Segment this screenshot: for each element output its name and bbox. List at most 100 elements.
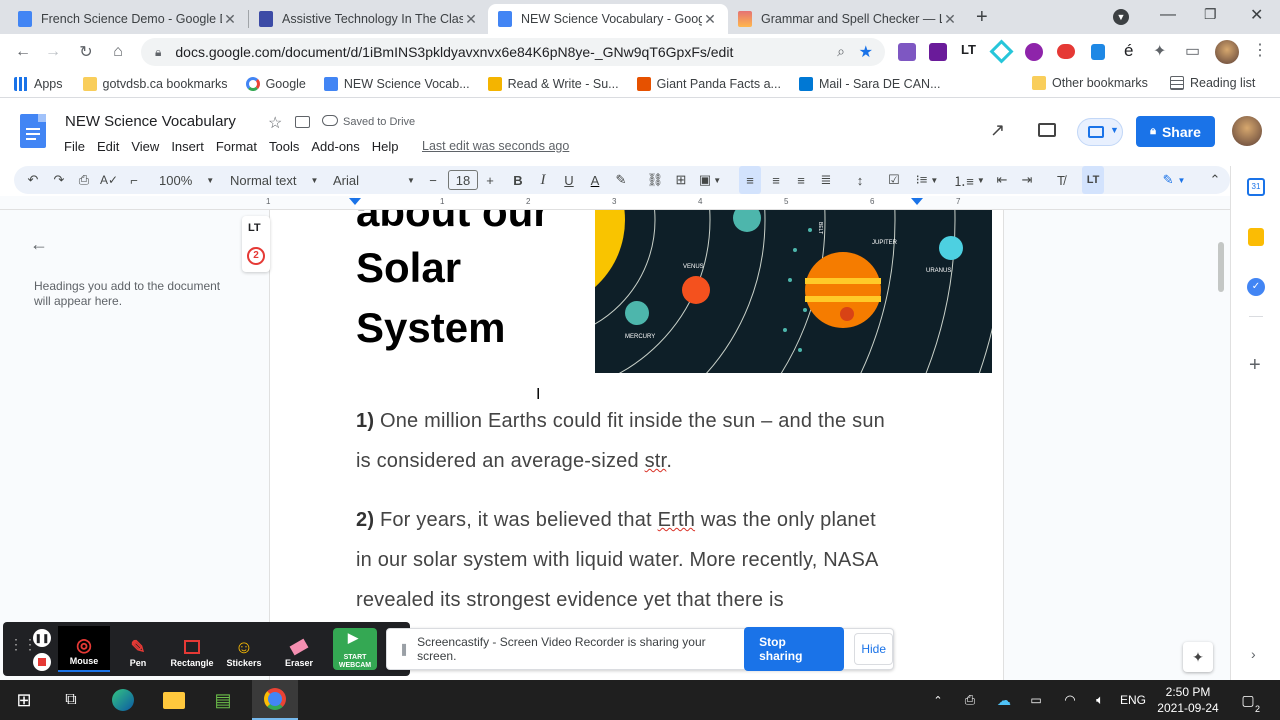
bookmark-science-vocab[interactable]: NEW Science Vocab... (323, 76, 470, 91)
input-language[interactable]: ENG (1118, 680, 1148, 720)
tool-stickers[interactable]: ☺ Stickers (218, 626, 270, 672)
extension-diamond-icon[interactable] (989, 39, 1014, 64)
zoom-select[interactable]: 100% ▼ (159, 166, 214, 194)
solar-system-image[interactable]: VENUS MERCURY JUPITER URANUS BELT (595, 210, 992, 373)
link-icon[interactable]: ⛓ (645, 166, 665, 194)
onedrive-icon[interactable]: ☁ (992, 680, 1016, 720)
forward-icon[interactable]: → (42, 41, 64, 63)
tool-pen[interactable]: ✎ Pen (112, 626, 164, 672)
horizontal-ruler[interactable]: 1 1 2 3 4 5 6 7 (0, 196, 1230, 210)
close-icon[interactable]: ✕ (942, 11, 958, 28)
paragraph-style-select[interactable]: Normal text ▼ (230, 166, 320, 194)
windows-start-icon[interactable]: ⊞ (8, 680, 40, 720)
decrease-indent-icon[interactable]: ⇤ (991, 166, 1013, 194)
tool-mouse[interactable]: ◎ Mouse (58, 626, 110, 672)
tab-assistive-tech[interactable]: Assistive Technology In The Clas ✕ (249, 4, 489, 34)
languagetool-toggle-icon[interactable]: LT (1082, 166, 1104, 194)
menu-help[interactable]: Help (372, 139, 399, 154)
document-title[interactable]: NEW Science Vocabulary (65, 113, 236, 130)
tab-french-science[interactable]: French Science Demo - Google D ✕ (8, 4, 248, 34)
close-icon[interactable]: ✕ (463, 11, 479, 28)
menu-edit[interactable]: Edit (97, 139, 119, 154)
increase-indent-icon[interactable]: ⇥ (1016, 166, 1038, 194)
system-clock[interactable]: 2:50 PM 2021-09-24 (1152, 684, 1224, 716)
screencastify-icon[interactable] (1057, 44, 1075, 59)
vertical-scrollbar[interactable] (1218, 242, 1224, 292)
menu-view[interactable]: View (131, 139, 159, 154)
document-page[interactable]: about our Solar System VENUS MERCURY JUP… (269, 210, 1004, 680)
paint-format-icon[interactable]: ⌐ (123, 166, 145, 194)
paragraph-1[interactable]: 1) One million Earths could fit inside t… (356, 401, 976, 481)
bookmark-gotvdsb[interactable]: gotvdsb.ca bookmarks (82, 76, 228, 91)
editing-mode-icon[interactable]: ✎ ▼ (1156, 166, 1192, 194)
stop-sharing-button[interactable]: Stop sharing (744, 627, 845, 671)
accent-e-icon[interactable]: é (1124, 41, 1133, 61)
bookmark-giant-panda[interactable]: Giant Panda Facts a... (636, 76, 781, 91)
increase-font-size-icon[interactable]: + (481, 166, 499, 194)
volume-icon[interactable]: 🔈︎ (1088, 680, 1112, 720)
reading-list[interactable]: Reading list (1170, 76, 1255, 90)
undo-icon[interactable]: ↶ (22, 166, 44, 194)
align-center-icon[interactable]: ≡ (765, 166, 787, 194)
task-view-icon[interactable]: ⧉ (55, 680, 87, 720)
cast-icon[interactable]: ▭ (1185, 41, 1200, 61)
italic-icon[interactable]: I (533, 166, 553, 194)
bookmark-read-write[interactable]: Read & Write - Su... (487, 76, 619, 91)
hide-button[interactable]: Hide (854, 633, 893, 665)
line-spacing-icon[interactable]: ↕ (849, 166, 871, 194)
bold-icon[interactable]: B (508, 166, 528, 194)
store-app-icon[interactable]: ▤ (207, 680, 239, 720)
window-close-icon[interactable]: ✕ (1250, 5, 1263, 25)
tab-science-vocab[interactable]: NEW Science Vocabulary - Googl ✕ (488, 4, 728, 34)
languagetool-widget[interactable]: LT 2 (242, 216, 270, 272)
battery-icon[interactable]: ▭ (1024, 680, 1048, 720)
printer-tray-icon[interactable]: ⎙ (958, 680, 982, 720)
text-color-icon[interactable]: A (585, 166, 605, 194)
profile-avatar[interactable] (1215, 40, 1239, 64)
calendar-icon[interactable]: 31 (1247, 178, 1265, 196)
menu-file[interactable]: File (64, 139, 85, 154)
explore-icon[interactable]: ✦ (1183, 642, 1213, 672)
extension-blue-icon[interactable] (1091, 44, 1105, 60)
insert-image-icon[interactable]: ▣ ▼ (696, 166, 724, 194)
kebab-menu-icon[interactable]: ⋮ (1252, 40, 1268, 60)
tool-rectangle[interactable]: Rectangle (166, 626, 218, 672)
restore-icon[interactable]: ❐ (1204, 6, 1217, 23)
tab-search-icon[interactable]: ▼ (1113, 9, 1129, 25)
tool-eraser[interactable]: Eraser (273, 626, 325, 672)
languagetool-ext-icon[interactable]: LT (961, 42, 976, 57)
drag-handle-icon[interactable]: ❚ (399, 642, 409, 656)
show-hidden-icons[interactable]: ⌃ (928, 680, 948, 720)
move-folder-icon[interactable] (295, 116, 310, 128)
left-indent-marker[interactable] (349, 198, 361, 205)
extension-purple-icon[interactable] (929, 43, 947, 61)
address-bar[interactable]: 🔒︎ docs.google.com/document/d/1iBmINS3pk… (141, 38, 885, 66)
edge-icon[interactable] (107, 680, 139, 720)
docs-logo[interactable] (20, 114, 46, 148)
new-tab-icon[interactable]: + (976, 6, 988, 29)
present-button[interactable]: ▼ (1077, 118, 1123, 146)
extension-circle-icon[interactable] (1025, 43, 1043, 61)
align-right-icon[interactable]: ≡ (790, 166, 812, 194)
clear-formatting-icon[interactable]: T̸ (1050, 166, 1072, 194)
menu-format[interactable]: Format (216, 139, 257, 154)
print-icon[interactable]: ⎙ (73, 166, 95, 194)
decrease-font-size-icon[interactable]: − (424, 166, 442, 194)
menu-tools[interactable]: Tools (269, 139, 299, 154)
zoom-search-icon[interactable]: ⌕ (837, 43, 845, 60)
numbered-list-icon[interactable]: ⒈≡ ▼ (951, 166, 987, 194)
last-edit-link[interactable]: Last edit was seconds ago (422, 139, 569, 153)
expand-panel-icon[interactable]: › (1251, 646, 1256, 662)
reload-icon[interactable]: ↻ (75, 41, 97, 63)
pause-icon[interactable]: ❚❚ (33, 629, 51, 647)
close-icon[interactable]: ✕ (222, 11, 238, 28)
right-indent-marker[interactable] (911, 198, 923, 205)
bulleted-list-icon[interactable]: ⁝≡ ▼ (909, 166, 945, 194)
redo-icon[interactable]: ↷ (48, 166, 70, 194)
chrome-taskbar-icon[interactable] (252, 680, 298, 720)
justify-icon[interactable]: ≣ (815, 166, 837, 194)
extension-fw-icon[interactable] (898, 43, 916, 61)
font-size-input[interactable]: 18 (448, 170, 478, 190)
other-bookmarks[interactable]: Other bookmarks (1032, 76, 1148, 90)
add-on-plus-icon[interactable]: + (1249, 354, 1261, 377)
